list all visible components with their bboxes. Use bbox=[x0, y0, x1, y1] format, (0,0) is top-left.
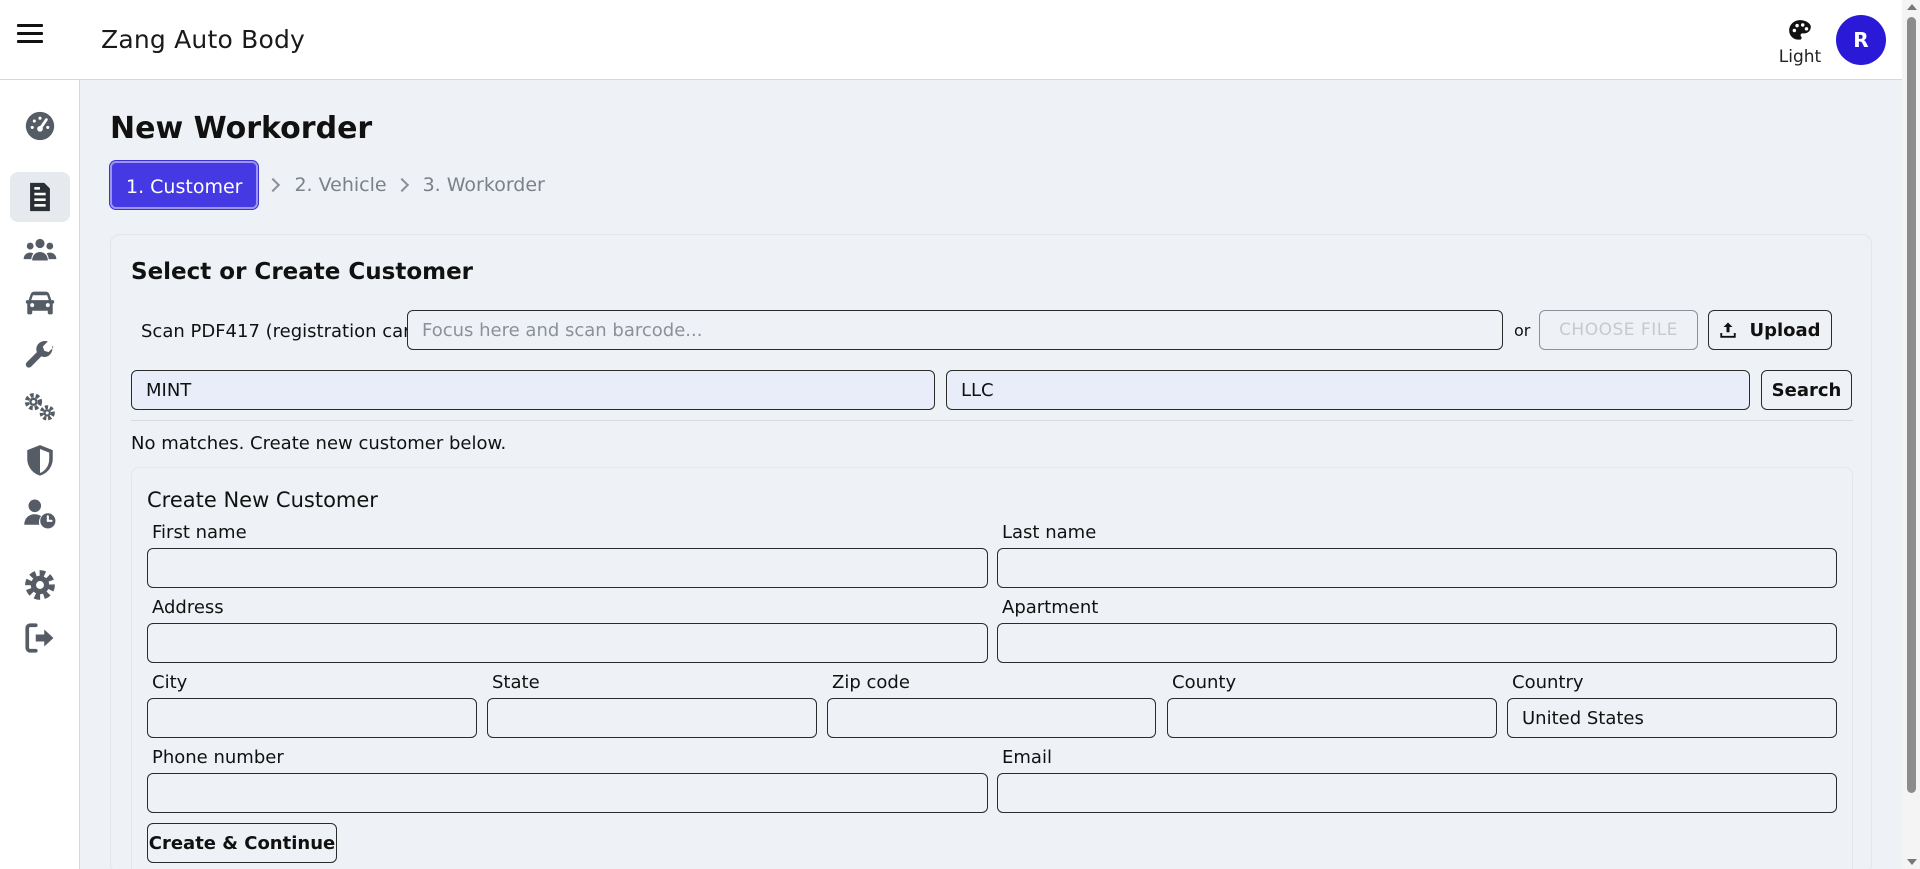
sidebar-item-logout[interactable] bbox=[10, 613, 70, 663]
page-title: New Workorder bbox=[110, 111, 373, 146]
card-title: Select or Create Customer bbox=[131, 259, 474, 285]
step-customer[interactable]: 1. Customer bbox=[110, 161, 259, 209]
sidebar-item-settings[interactable] bbox=[10, 560, 70, 610]
user-clock-icon bbox=[24, 499, 56, 529]
country-field[interactable] bbox=[1507, 698, 1837, 738]
first-name-label: First name bbox=[152, 522, 247, 543]
scroll-down-arrow-icon[interactable] bbox=[1907, 859, 1917, 865]
city-field[interactable] bbox=[147, 698, 477, 738]
scan-barcode-input[interactable] bbox=[407, 310, 1503, 350]
select-customer-card: Select or Create Customer Scan PDF417 (r… bbox=[110, 234, 1872, 869]
workorder-document-icon bbox=[30, 182, 50, 212]
app-title: Zang Auto Body bbox=[101, 25, 306, 54]
state-label: State bbox=[492, 672, 540, 693]
state-field[interactable] bbox=[487, 698, 817, 738]
user-avatar[interactable]: R bbox=[1836, 15, 1886, 65]
customers-users-icon bbox=[23, 238, 57, 261]
theme-label: Light bbox=[1778, 47, 1822, 67]
chevron-right-icon bbox=[394, 177, 409, 193]
upload-button[interactable]: Upload bbox=[1708, 310, 1832, 350]
scan-label: Scan PDF417 (registration card): bbox=[141, 321, 435, 342]
create-customer-title: Create New Customer bbox=[147, 488, 378, 512]
email-field[interactable] bbox=[997, 773, 1837, 813]
phone-number-label: Phone number bbox=[152, 747, 284, 768]
no-matches-message: No matches. Create new customer below. bbox=[131, 433, 507, 454]
divider bbox=[131, 420, 1853, 421]
last-name-label: Last name bbox=[1002, 522, 1097, 543]
email-label: Email bbox=[1002, 747, 1052, 768]
shield-icon bbox=[27, 445, 53, 476]
dashboard-gauge-icon bbox=[25, 111, 55, 141]
search-button[interactable]: Search bbox=[1761, 370, 1852, 410]
wrench-icon bbox=[25, 341, 54, 368]
hamburger-menu-icon[interactable] bbox=[17, 24, 43, 44]
zip-code-label: Zip code bbox=[832, 672, 910, 693]
logout-icon bbox=[25, 623, 54, 653]
sidebar-item-workorders[interactable] bbox=[10, 172, 70, 222]
palette-icon bbox=[1789, 20, 1811, 40]
choose-file-button[interactable]: CHOOSE FILE bbox=[1539, 310, 1698, 350]
apartment-field[interactable] bbox=[997, 623, 1837, 663]
city-label: City bbox=[152, 672, 188, 693]
upload-label: Upload bbox=[1749, 319, 1821, 341]
address-field[interactable] bbox=[147, 623, 988, 663]
county-field[interactable] bbox=[1167, 698, 1497, 738]
sidebar-item-dashboard[interactable] bbox=[10, 101, 70, 151]
gears-icon bbox=[24, 393, 55, 421]
search-last-name-input[interactable] bbox=[946, 370, 1750, 410]
chevron-right-icon bbox=[266, 177, 281, 193]
workorder-stepper: 1. Customer 2. Vehicle 3. Workorder bbox=[110, 161, 545, 209]
sidebar-item-services[interactable] bbox=[10, 330, 70, 380]
zip-code-field[interactable] bbox=[827, 698, 1156, 738]
sidebar bbox=[0, 80, 80, 869]
sidebar-item-configuration[interactable] bbox=[10, 382, 70, 432]
upload-icon bbox=[1720, 322, 1737, 338]
phone-number-field[interactable] bbox=[147, 773, 988, 813]
search-first-name-input[interactable] bbox=[131, 370, 935, 410]
scroll-thumb[interactable] bbox=[1907, 17, 1916, 793]
sidebar-item-customers[interactable] bbox=[10, 225, 70, 275]
sidebar-item-user-time[interactable] bbox=[10, 488, 70, 538]
theme-toggle-button[interactable]: Light bbox=[1772, 18, 1828, 76]
last-name-field[interactable] bbox=[997, 548, 1837, 588]
sidebar-item-vehicles[interactable] bbox=[10, 278, 70, 328]
first-name-field[interactable] bbox=[147, 548, 988, 588]
step-vehicle[interactable]: 2. Vehicle bbox=[294, 174, 386, 196]
apartment-label: Apartment bbox=[1002, 597, 1099, 618]
top-bar: Zang Auto Body Light R bbox=[0, 0, 1902, 80]
create-and-continue-button[interactable]: Create & Continue bbox=[147, 823, 337, 863]
settings-gear-icon bbox=[25, 570, 55, 600]
address-label: Address bbox=[152, 597, 224, 618]
country-label: Country bbox=[1512, 672, 1584, 693]
create-customer-card: Create New Customer First name Last name… bbox=[131, 467, 1853, 869]
page-scrollbar[interactable] bbox=[1902, 0, 1920, 869]
scroll-up-arrow-icon[interactable] bbox=[1907, 4, 1917, 10]
county-label: County bbox=[1172, 672, 1237, 693]
vehicles-car-icon bbox=[25, 291, 55, 315]
or-label: or bbox=[1514, 321, 1531, 340]
step-workorder[interactable]: 3. Workorder bbox=[423, 174, 545, 196]
sidebar-item-security[interactable] bbox=[10, 435, 70, 485]
